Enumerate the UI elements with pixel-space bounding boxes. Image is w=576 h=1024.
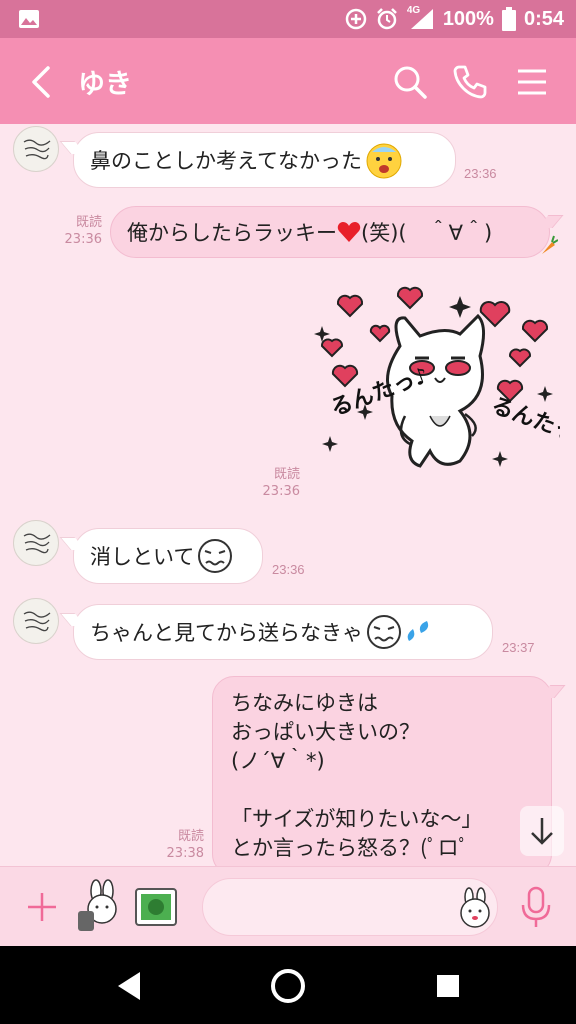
message-text: 消しといて [90,545,195,569]
chat-title: ゆき [78,69,132,100]
read-receipt: 既読 23:36 [256,466,300,500]
alarm-icon [376,8,397,30]
message-text-after: (笑)( ＾∀＾) [361,221,493,245]
read-label: 既読 [75,215,102,230]
worried-face-emoji [198,539,233,573]
message-bubble-incoming[interactable]: ちゃんと見てから送らなきゃ [73,604,493,660]
system-nav-bar [0,946,576,1024]
sticker-icon[interactable] [74,879,122,933]
message-line: 「サイズが知りたいな〜」 [231,807,483,831]
cat-hearts-sticker[interactable]: るんたっ♪ るんたっ♪ [310,286,560,506]
message-time: 23:36 [64,232,102,247]
message-field[interactable] [202,878,498,936]
message-line [231,776,533,805]
message-line: おっぱい大きいの？ [231,720,420,744]
menu-icon[interactable] [512,62,552,102]
message-time: 23:38 [166,846,204,861]
heart-emoji [337,222,361,242]
emoji-sticker-icon[interactable] [455,887,495,929]
message-line: ちなみにゆきは [231,691,378,715]
avatar[interactable] [13,598,59,644]
sticker-text-right: るんたっ♪ [488,393,560,451]
signal-icon: 4G [407,5,435,31]
avatar[interactable] [13,520,59,566]
chat-area[interactable]: 鼻のことしか考えてなかった 23:36 既読 23:36 俺からしたらラッキー … [0,124,576,866]
worried-face-emoji [367,615,401,649]
read-receipt: 既読 23:36 [58,214,102,248]
carrot-icon [542,235,558,254]
read-label: 既読 [177,829,204,844]
message-text: ちゃんと見てから送らなきゃ [90,621,363,645]
message-bubble-outgoing[interactable]: ちなみにゆきは おっぱい大きいの？ (ノ´∀｀*) 「サイズが知りたいな〜」 と… [212,676,552,866]
message-time: 23:37 [502,640,535,655]
mic-icon[interactable] [516,885,556,929]
message-input[interactable] [223,893,443,923]
arrow-down-icon [531,818,553,845]
status-bar: 4G 100% 0:54 [0,0,576,38]
back-icon[interactable] [24,62,60,102]
clock: 0:54 [523,7,564,30]
message-time: 23:36 [262,484,300,499]
plus-icon[interactable] [24,889,60,925]
message-line: (ノ´∀｀*) [231,749,325,773]
scroll-to-bottom-button[interactable] [520,806,564,856]
read-label: 既読 [273,467,300,482]
search-icon[interactable] [390,62,430,102]
message-line: とか言ったら怒る？(ﾟロﾟ [231,836,470,860]
chat-header: ゆき [0,38,576,124]
back-triangle-icon[interactable] [110,966,150,1006]
read-receipt: 既読 23:38 [160,828,204,862]
input-bar [0,866,576,946]
message-time: 23:36 [272,562,305,577]
sweat-face-emoji [366,143,402,179]
data-saver-icon [345,8,367,30]
message-text: 鼻のことしか考えてなかった [90,149,362,173]
phone-icon[interactable] [450,62,490,102]
message-bubble-incoming[interactable]: 消しといて [73,528,263,584]
battery-label: 100% [442,7,494,30]
message-bubble-outgoing[interactable]: 俺からしたらラッキー (笑)( ＾∀＾) [110,206,550,258]
message-text: 俺からしたらラッキー [127,221,337,245]
photo-icon[interactable] [134,887,178,927]
recent-square-icon[interactable] [428,966,468,1006]
message-bubble-incoming[interactable]: 鼻のことしか考えてなかった [73,132,456,188]
home-circle-icon[interactable] [268,966,308,1006]
image-icon [19,10,39,28]
avatar[interactable] [13,126,59,172]
sweat-drops-icon [407,621,429,641]
message-time: 23:36 [464,166,497,181]
battery-icon [501,7,516,31]
